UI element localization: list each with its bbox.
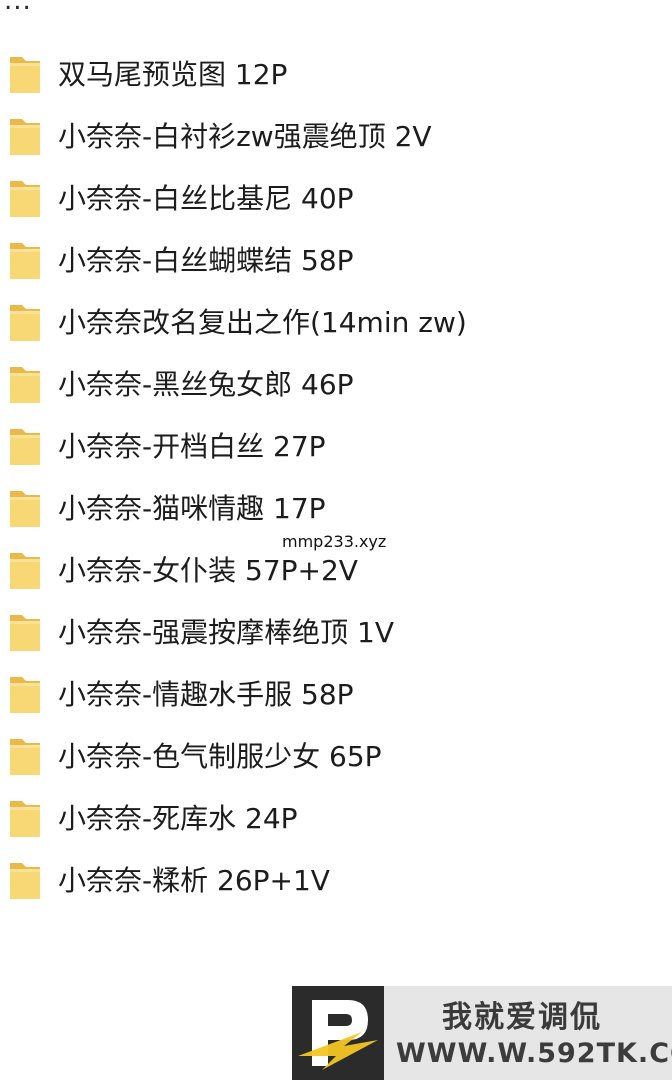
file-row[interactable]: 小奈奈改名复出之作(14min zw) [0, 292, 672, 354]
folder-icon [7, 177, 43, 221]
folder-icon [7, 239, 43, 283]
folder-icon [7, 735, 43, 779]
file-name: 小奈奈-白丝比基尼 40P [58, 182, 354, 215]
folder-icon [7, 115, 43, 159]
file-row[interactable]: 小奈奈-情趣水手服 58P [0, 664, 672, 726]
file-row[interactable]: 小奈奈-黑丝兔女郎 46P [0, 354, 672, 416]
file-name: 小奈奈-糅析 26P+1V [58, 864, 330, 897]
folder-icon [7, 611, 43, 655]
folder-icon [7, 859, 43, 903]
file-list: 双马尾预览图 12P 小奈奈-白衬衫zw强震绝顶 2V 小奈奈-白丝比基尼 40… [0, 44, 672, 912]
file-row[interactable]: 小奈奈-白丝蝴蝶结 58P [0, 230, 672, 292]
folder-icon [7, 549, 43, 593]
file-name: 小奈奈-开档白丝 27P [58, 430, 326, 463]
file-row[interactable]: 小奈奈-糅析 26P+1V [0, 850, 672, 912]
file-row[interactable]: 小奈奈-死库水 24P [0, 788, 672, 850]
file-name: 小奈奈-黑丝兔女郎 46P [58, 368, 354, 401]
file-name: 双马尾预览图 12P [58, 58, 288, 91]
file-row[interactable]: 小奈奈-白衬衫zw强震绝顶 2V [0, 106, 672, 168]
overlay-watermark: mmp233.xyz [280, 532, 389, 551]
folder-icon [7, 797, 43, 841]
file-row[interactable]: 小奈奈-开档白丝 27P [0, 416, 672, 478]
logo-url: WWW.W.592TK.COM [396, 1038, 672, 1069]
file-row[interactable]: 小奈奈-色气制服少女 65P [0, 726, 672, 788]
file-name: 小奈奈-女仆装 57P+2V [58, 554, 358, 587]
logo-mark-icon [292, 986, 384, 1080]
folder-icon [7, 363, 43, 407]
folder-icon [7, 301, 43, 345]
file-row[interactable]: 双马尾预览图 12P [0, 44, 672, 106]
file-row[interactable]: 小奈奈-白丝比基尼 40P [0, 168, 672, 230]
file-name: 小奈奈-色气制服少女 65P [58, 740, 382, 773]
folder-icon [7, 425, 43, 469]
folder-icon [7, 53, 43, 97]
file-row[interactable]: 小奈奈-猫咪情趣 17P [0, 478, 672, 540]
file-name: 小奈奈-猫咪情趣 17P [58, 492, 326, 525]
file-name: 小奈奈-情趣水手服 58P [58, 678, 354, 711]
file-name: 小奈奈-白丝蝴蝶结 58P [58, 244, 354, 277]
logo-title: 我就爱调侃 [442, 1000, 602, 1035]
folder-icon [7, 487, 43, 531]
folder-icon [7, 673, 43, 717]
file-row[interactable]: 小奈奈-强震按摩棒绝顶 1V [0, 602, 672, 664]
logo-banner: 我就爱调侃 WWW.W.592TK.COM [292, 986, 672, 1080]
file-name: 小奈奈改名复出之作(14min zw) [58, 306, 467, 339]
file-name: 小奈奈-白衬衫zw强震绝顶 2V [58, 120, 432, 153]
partial-top-text: ... [4, 0, 32, 16]
file-name: 小奈奈-死库水 24P [58, 802, 298, 835]
file-name: 小奈奈-强震按摩棒绝顶 1V [58, 616, 394, 649]
